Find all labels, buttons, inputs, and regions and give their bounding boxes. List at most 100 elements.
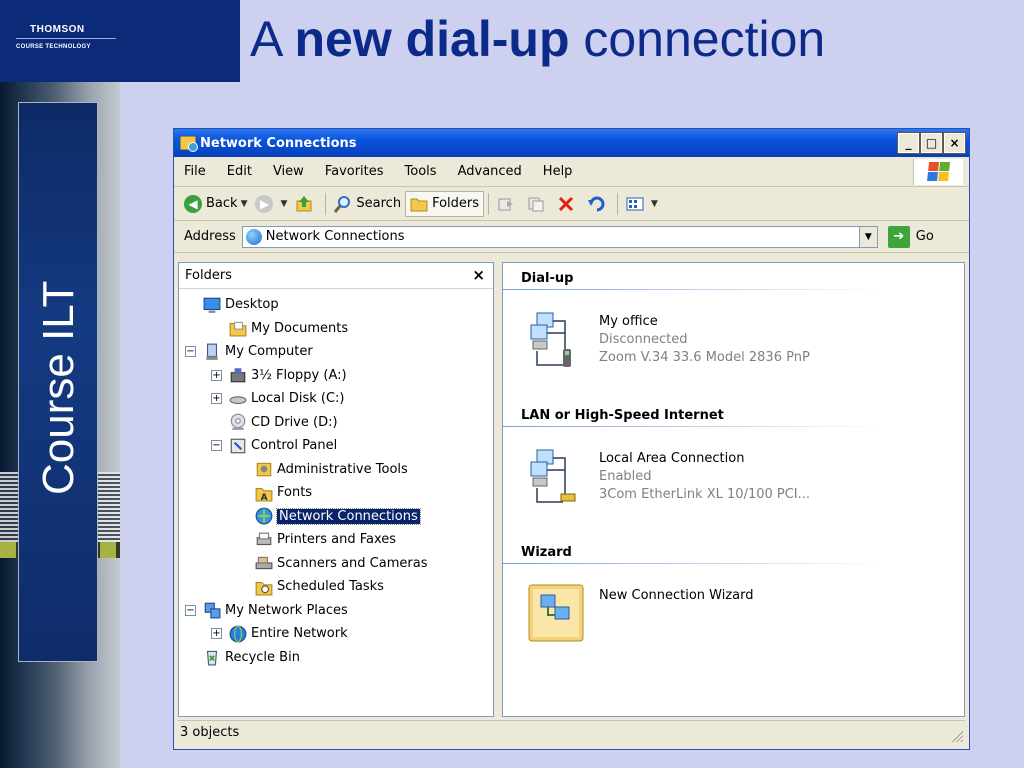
maximize-button[interactable]: □ [920,132,943,154]
tree-item[interactable]: Scanners and Cameras [179,552,493,576]
expand-icon[interactable]: + [211,628,222,640]
fonts-folder-icon: A [255,484,273,502]
folder-up-icon [295,195,313,213]
connection-name: My office [599,314,658,329]
tree-item[interactable]: Scheduled Tasks [179,575,493,599]
group-header: LAN or High-Speed Internet [521,407,724,423]
pane-splitter[interactable] [494,262,502,717]
tree-item[interactable]: Administrative Tools [179,458,493,482]
title-bar[interactable]: Network Connections _ □ × [174,129,969,157]
back-label: Back [206,196,238,211]
search-button[interactable]: Search [330,191,405,217]
group-divider [503,426,883,427]
connection-text: New Connection Wizard [599,577,754,647]
folder-tree: Desktop My Documents − My Computer +3½ Flopp… [179,289,493,669]
tree-item-label: My Documents [251,320,349,336]
connection-status: Enabled [599,469,652,484]
network-connections-window: Network Connections _ □ × File Edit View… [173,128,970,750]
tree-item[interactable]: A Fonts [179,481,493,505]
connection-item[interactable]: Local Area Connection Enabled 3Com EtherLi… [523,440,810,510]
tree-item-label: Network Connections [276,507,421,525]
forward-button[interactable]: ▶ ▼ [251,191,291,217]
details-pane: Dial-up My office Disconnected Zoom V.34 33… [502,262,965,717]
menu-favorites[interactable]: Favorites [325,164,384,179]
folders-pane: Folders × Desktop My Documents − My Compute… [178,262,494,717]
folders-pane-close-icon[interactable]: × [472,266,485,284]
tree-item[interactable]: + Local Disk (C:) [179,387,493,411]
tree-item[interactable]: + Entire Network [179,622,493,646]
close-button[interactable]: × [943,132,966,154]
tree-item[interactable]: − Control Panel [179,434,493,458]
back-arrow-icon: ◀ [184,194,202,213]
collapse-icon[interactable]: − [211,440,222,452]
copy-to-icon [527,195,545,213]
menu-tools[interactable]: Tools [405,164,437,179]
tree-item[interactable]: Network Connections [179,505,493,529]
toolbar-separator [488,192,490,215]
tree-item-label: 3½ Floppy (A:) [251,367,347,383]
course-ilt-label: Course ILT [34,280,83,496]
windows-flag-icon [926,162,950,182]
entire-network-icon [229,625,247,643]
tree-item[interactable]: Desktop [179,293,493,317]
floppy-icon [229,366,247,384]
my-documents-icon [229,319,247,337]
tree-item[interactable]: − My Computer [179,340,493,364]
collapse-icon[interactable]: − [185,604,196,616]
resize-grip-icon[interactable] [949,728,963,742]
desktop-icon [203,296,221,314]
connection-item[interactable]: New Connection Wizard [523,577,754,647]
tree-item[interactable]: CD Drive (D:) [179,411,493,435]
expand-icon[interactable]: + [211,393,222,405]
go-button[interactable]: ➔ Go [887,225,934,248]
tree-item[interactable]: Recycle Bin [179,646,493,670]
back-button[interactable]: ◀ Back ▼ [180,191,251,217]
menu-edit[interactable]: Edit [227,164,252,179]
address-dropdown-icon[interactable]: ▼ [858,226,877,247]
tree-item-label: Control Panel [251,438,338,454]
minimize-button[interactable]: _ [897,132,920,154]
menu-view[interactable]: View [273,164,304,179]
delete-button[interactable] [553,191,583,217]
tree-item[interactable]: Printers and Faxes [179,528,493,552]
tree-item-label: Printers and Faxes [277,532,397,548]
back-dropdown-icon[interactable]: ▼ [241,199,248,209]
copy-to-button[interactable] [523,191,553,217]
views-button[interactable]: ▼ [622,191,662,217]
expand-icon[interactable]: + [211,369,222,381]
menu-file[interactable]: File [184,164,206,179]
undo-button[interactable] [583,191,613,217]
collapse-icon[interactable]: − [185,346,196,358]
tree-item[interactable]: − My Network Places [179,599,493,623]
recycle-bin-icon [203,648,221,666]
tree-item[interactable]: +3½ Floppy (A:) [179,364,493,388]
address-bar: Address Network Connections ▼ ➔ Go [174,221,969,253]
group-2: Wizard New Connection Wizard [503,541,964,642]
group-0: Dial-up My office Disconnected Zoom V.34 33… [503,267,964,367]
connection-text: Local Area Connection Enabled 3Com EtherLi… [599,440,810,510]
title-bold: new dial-up [294,11,570,67]
menu-help[interactable]: Help [543,164,573,179]
scheduled-tasks-icon [255,578,273,596]
toolbar-separator [617,192,619,215]
move-to-button[interactable] [493,191,523,217]
network-connections-icon [255,507,273,525]
up-button[interactable] [291,191,321,217]
tree-item[interactable]: My Documents [179,317,493,341]
dialup-connection-icon [523,303,593,373]
delete-x-icon [557,195,575,213]
folders-button[interactable]: Folders [405,190,485,217]
connection-item[interactable]: My office Disconnected Zoom V.34 33.6 Mode… [523,303,810,373]
menu-advanced[interactable]: Advanced [458,164,522,179]
forward-dropdown-icon[interactable]: ▼ [280,199,287,209]
address-value: Network Connections [265,229,405,244]
views-dropdown-icon[interactable]: ▼ [651,199,658,209]
search-icon [334,195,352,213]
lan-connection-icon [523,440,593,510]
address-input[interactable]: Network Connections ▼ [241,225,878,248]
